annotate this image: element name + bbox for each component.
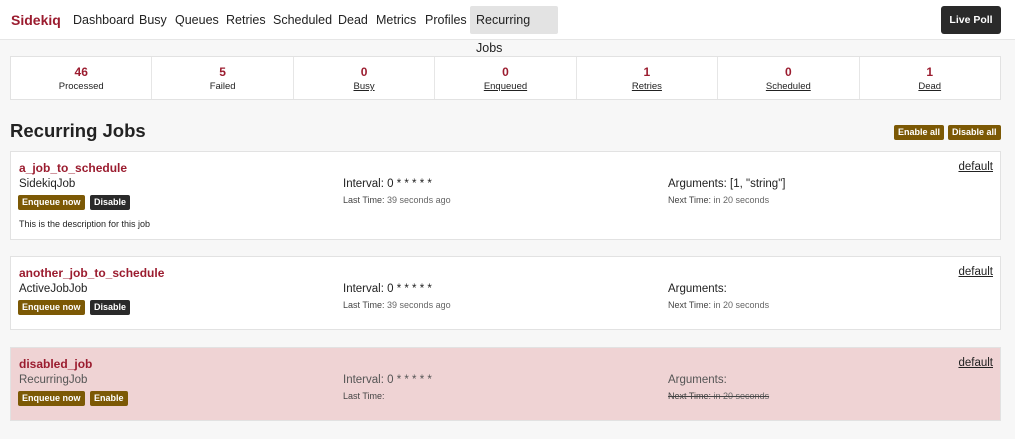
nav-busy[interactable]: Busy (133, 6, 173, 34)
job-card: another_job_to_schedule ActiveJobJob Enq… (10, 256, 1001, 330)
disable-all-button[interactable]: Disable all (948, 125, 1001, 140)
stat-link-scheduled[interactable]: Scheduled (718, 81, 858, 92)
next-time-label: Next Time: (668, 391, 712, 401)
arguments: Arguments: [1, "string"] (668, 178, 785, 190)
arguments: Arguments: (668, 374, 727, 386)
next-time-struck: Next Time: in 20 seconds (668, 391, 769, 401)
interval-label: Interval: (343, 283, 384, 295)
nav-scheduled[interactable]: Scheduled (267, 6, 338, 34)
nav-metrics[interactable]: Metrics (370, 6, 422, 34)
next-time: Next Time: in 20 seconds (668, 195, 769, 205)
nav-dead[interactable]: Dead (332, 6, 374, 34)
nav-queues[interactable]: Queues (169, 6, 225, 34)
last-time-label: Last Time: (343, 300, 385, 310)
queue-link[interactable]: default (958, 357, 993, 369)
stat-failed: 5 Failed (152, 57, 294, 99)
next-time: Next Time: in 20 seconds (668, 300, 769, 310)
brand-logo[interactable]: Sidekiq (11, 12, 61, 28)
nav-recurring-jobs[interactable]: Recurring Jobs (470, 6, 558, 55)
last-time: Last Time: 39 seconds ago (343, 300, 451, 310)
stat-label: Processed (58, 81, 104, 92)
stat-value: 0 (502, 65, 509, 79)
stat-value: 1 (926, 65, 934, 79)
stat-value: 1 (643, 65, 651, 79)
interval-value: 0 * * * * * (387, 178, 432, 190)
job-name-link[interactable]: disabled_job (19, 357, 92, 371)
enqueue-now-button[interactable]: Enqueue now (18, 300, 85, 315)
last-time: Last Time: 39 seconds ago (343, 195, 451, 205)
job-class: RecurringJob (19, 374, 88, 386)
interval-label: Interval: (343, 178, 384, 190)
stat-value: 0 (784, 65, 792, 79)
arguments: Arguments: (668, 283, 727, 295)
last-time-value: 39 seconds ago (387, 195, 451, 205)
next-time-label: Next Time: (668, 195, 712, 205)
job-description: This is the description for this job (19, 219, 151, 229)
interval: Interval: 0 * * * * * (343, 178, 432, 190)
stat-link-enqueued[interactable]: Enqueued (435, 81, 575, 92)
enqueue-now-button[interactable]: Enqueue now (18, 195, 85, 210)
interval-value: 0 * * * * * (387, 374, 432, 386)
last-time-label: Last Time: (343, 391, 385, 401)
stat-link-retries[interactable]: Retries (577, 81, 717, 92)
job-name-link[interactable]: a_job_to_schedule (19, 161, 127, 175)
nav-dashboard[interactable]: Dashboard (67, 6, 140, 34)
stat-value: 46 (74, 65, 88, 79)
job-name-link[interactable]: another_job_to_schedule (19, 266, 164, 280)
stats-bar: 46 Processed 5 Failed 0 Busy 0 Enqueued … (10, 56, 1001, 100)
job-card-disabled: disabled_job RecurringJob Enqueue now En… (10, 347, 1001, 421)
disable-button[interactable]: Disable (90, 195, 131, 210)
stat-busy: 0 Busy (294, 57, 436, 99)
enqueue-now-button[interactable]: Enqueue now (18, 391, 85, 406)
arguments-value: [1, "string"] (730, 178, 786, 190)
stat-link-dead[interactable]: Dead (860, 81, 1000, 92)
stat-enqueued: 0 Enqueued (435, 57, 577, 99)
interval-label: Interval: (343, 374, 384, 386)
arguments-label: Arguments: (668, 283, 727, 295)
queue-link[interactable]: default (958, 266, 993, 278)
interval: Interval: 0 * * * * * (343, 374, 432, 386)
arguments-label: Arguments: (668, 178, 727, 190)
next-time-value: in 20 seconds (713, 391, 770, 401)
next-time-value: in 20 seconds (713, 195, 770, 205)
stat-label: Failed (209, 81, 236, 92)
job-card: a_job_to_schedule SidekiqJob Enqueue now… (10, 151, 1001, 240)
last-time-label: Last Time: (343, 195, 385, 205)
stat-value: 0 (360, 65, 368, 79)
job-class: ActiveJobJob (19, 283, 88, 295)
nav-retries[interactable]: Retries (220, 6, 272, 34)
interval-value: 0 * * * * * (387, 283, 432, 295)
job-class: SidekiqJob (19, 178, 76, 190)
next-time-value: in 20 seconds (713, 300, 770, 310)
stat-dead: 1 Dead (860, 57, 1000, 99)
last-time: Last Time: (343, 391, 385, 401)
page-title: Recurring Jobs (10, 120, 146, 141)
stat-retries: 1 Retries (577, 57, 719, 99)
navbar: Sidekiq Dashboard Busy Queues Retries Sc… (0, 0, 1015, 55)
live-poll-button[interactable]: Live Poll (941, 6, 1001, 34)
interval: Interval: 0 * * * * * (343, 283, 432, 295)
stat-link-busy[interactable]: Busy (294, 81, 434, 92)
last-time-value: 39 seconds ago (387, 300, 451, 310)
disable-button[interactable]: Disable (90, 300, 131, 315)
arguments-label: Arguments: (668, 374, 727, 386)
enable-all-button[interactable]: Enable all (894, 125, 945, 140)
stat-scheduled: 0 Scheduled (718, 57, 860, 99)
stat-processed: 46 Processed (11, 57, 153, 99)
queue-link[interactable]: default (958, 161, 993, 173)
stat-value: 5 (219, 65, 226, 79)
nav-profiles[interactable]: Profiles (419, 6, 473, 34)
next-time-label: Next Time: (668, 300, 712, 310)
enable-button[interactable]: Enable (90, 391, 128, 406)
